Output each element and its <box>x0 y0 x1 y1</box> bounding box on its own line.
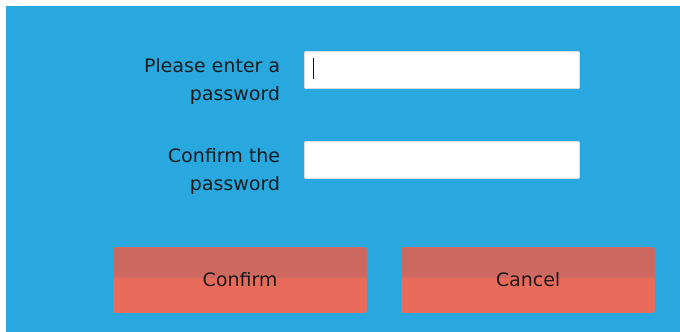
confirm-password-input[interactable] <box>304 141 580 179</box>
confirm-button[interactable]: Confirm <box>113 247 367 313</box>
cancel-button[interactable]: Cancel <box>401 247 655 313</box>
password-label: Please enter a password <box>143 55 280 105</box>
text-cursor <box>313 58 314 79</box>
password-input[interactable] <box>304 51 580 89</box>
confirm-password-label: Confirm the password <box>167 145 280 195</box>
